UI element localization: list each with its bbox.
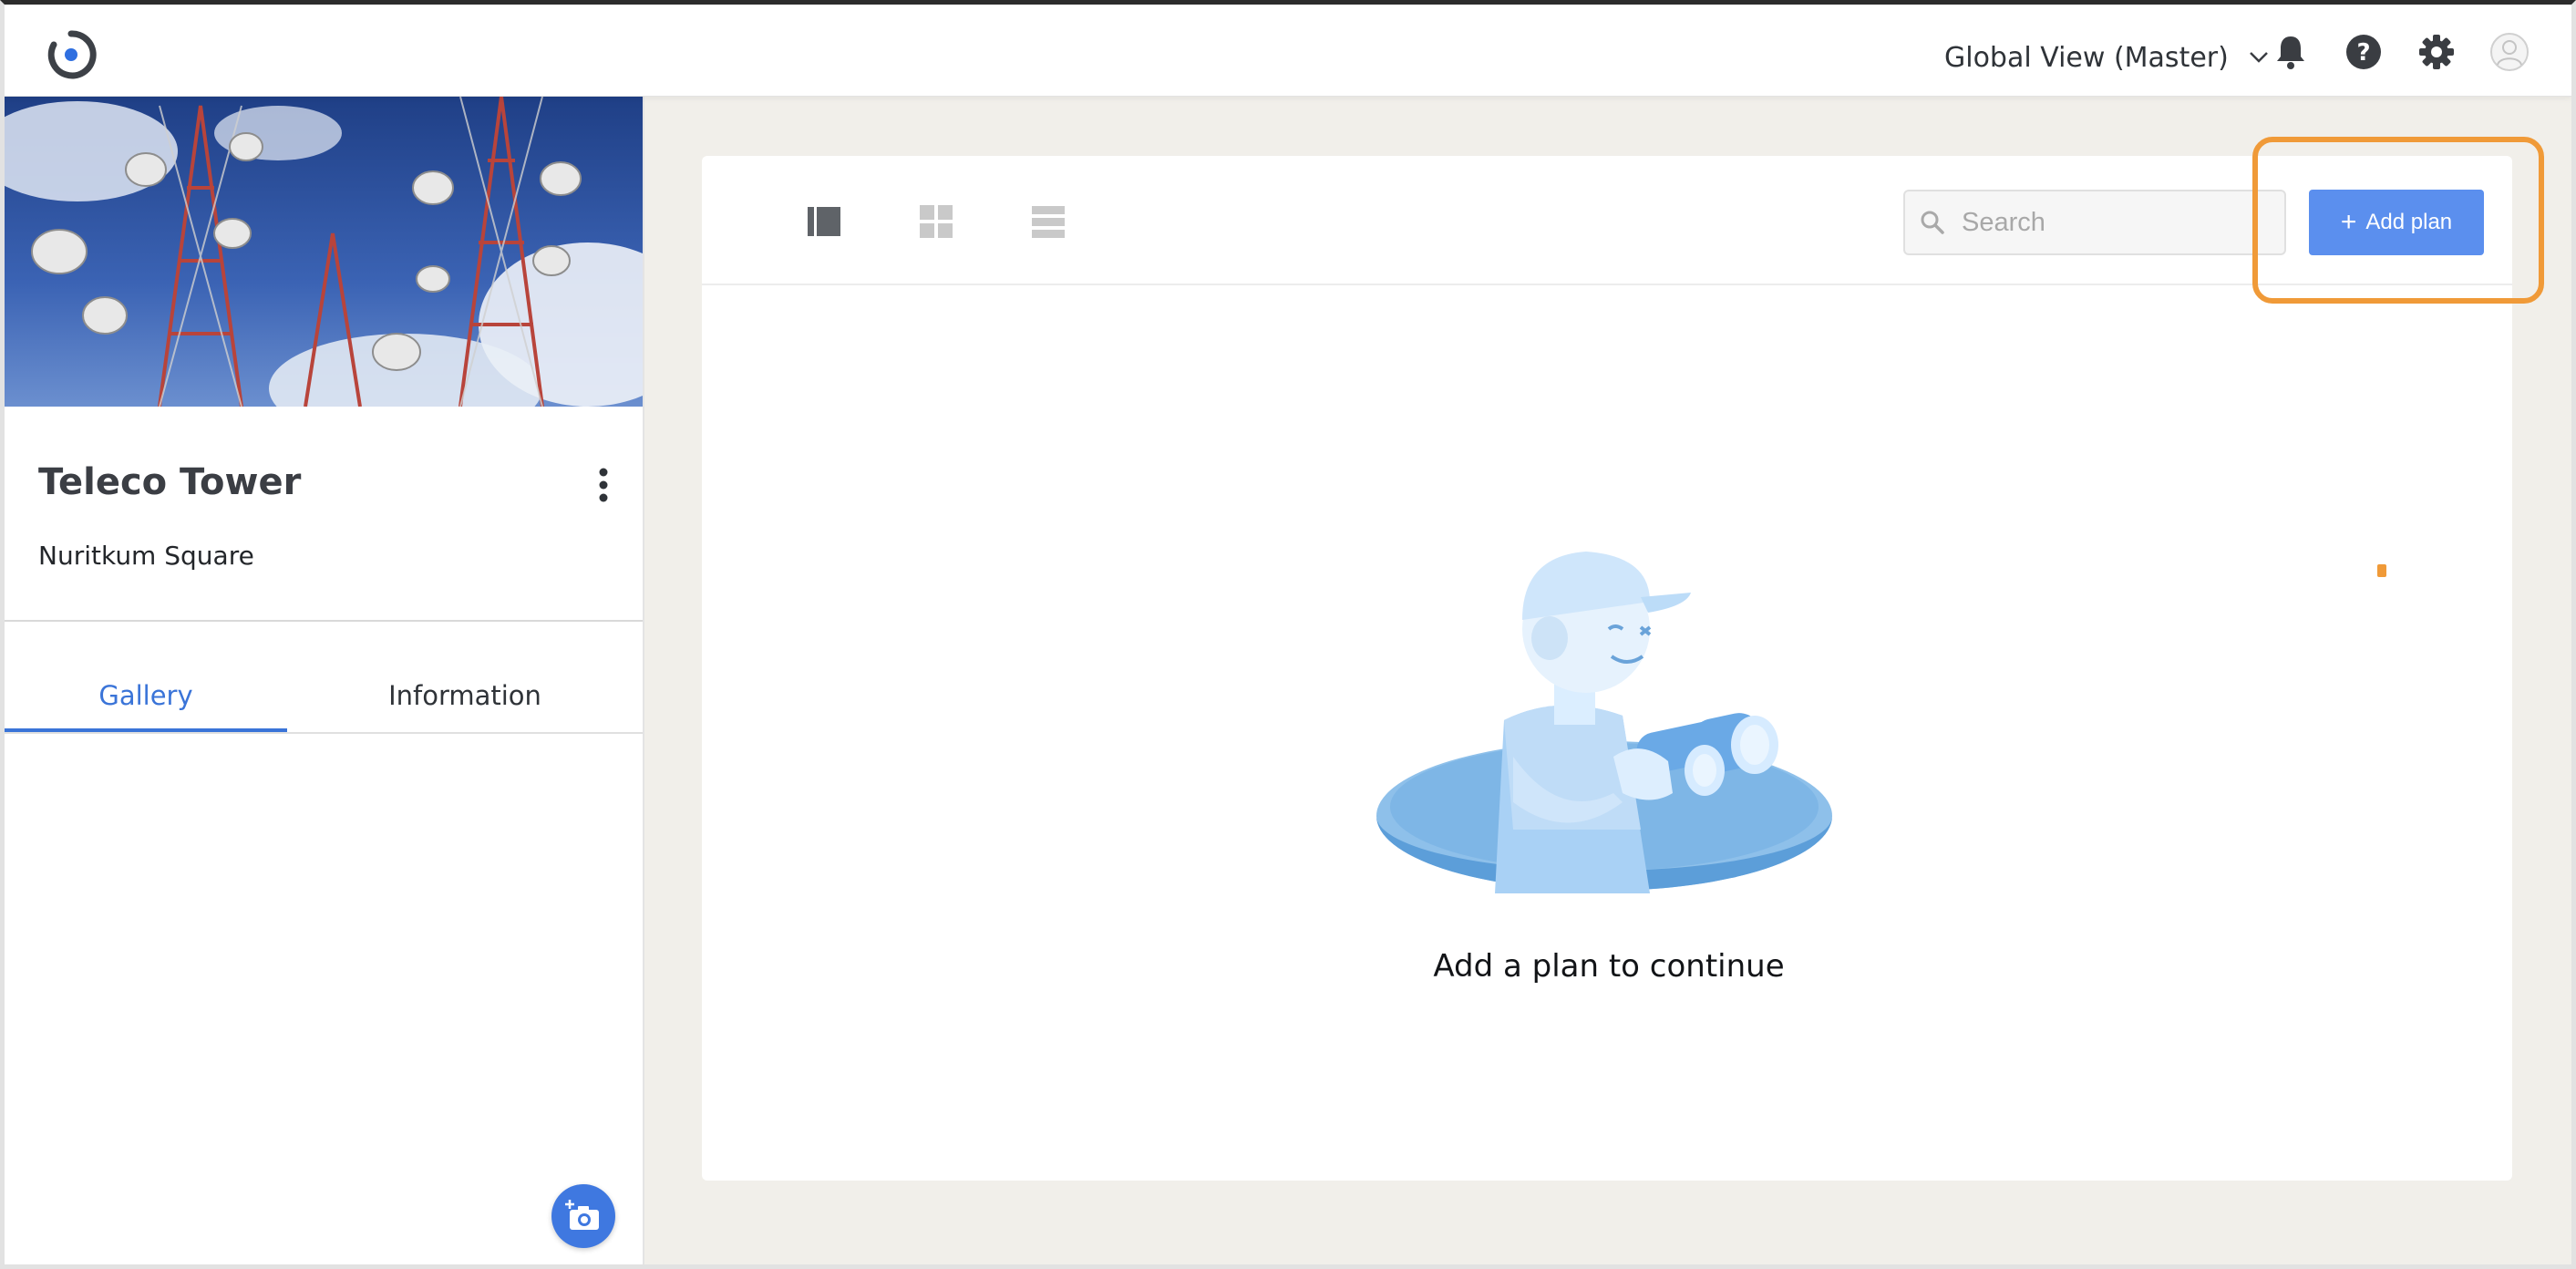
plus-icon: + <box>2340 207 2357 237</box>
add-plan-button[interactable]: + Add plan <box>2309 190 2484 255</box>
add-photo-icon <box>565 1200 599 1230</box>
grid-view-icon[interactable] <box>918 203 954 240</box>
site-panel: Teleco Tower Nuritkum Square Gallery Inf… <box>5 97 644 1264</box>
add-photo-button[interactable] <box>551 1184 615 1248</box>
more-options-icon[interactable] <box>597 467 610 503</box>
chevron-down-icon <box>2249 52 2268 63</box>
search-input[interactable] <box>1962 207 2272 238</box>
empty-state-message: Add a plan to continue <box>1433 948 1785 985</box>
tab-gallery[interactable]: Gallery <box>5 680 287 735</box>
bell-icon[interactable] <box>2271 32 2311 72</box>
add-plan-label: Add plan <box>2365 210 2453 234</box>
plans-toolbar: + Add plan <box>702 156 2512 285</box>
list-view-icon[interactable] <box>1030 203 1066 240</box>
app-window: Global View (Master) ? Teleco Tower Nuri… <box>0 0 2576 1269</box>
annotation-marker <box>2377 564 2386 577</box>
app-logo[interactable] <box>45 28 98 81</box>
svg-text:?: ? <box>2356 39 2370 67</box>
help-icon[interactable]: ? <box>2344 32 2384 72</box>
divider <box>5 620 643 622</box>
avatar[interactable] <box>2489 32 2530 72</box>
site-cover-image <box>5 97 643 407</box>
top-header: Global View (Master) ? <box>5 5 2571 97</box>
site-subtitle: Nuritkum Square <box>38 541 254 571</box>
workspace-label: Global View (Master) <box>1944 41 2229 74</box>
search-icon <box>1921 211 1944 234</box>
site-title: Teleco Tower <box>38 461 302 503</box>
gear-icon[interactable] <box>2416 32 2457 72</box>
side-panel-view-icon[interactable] <box>806 203 842 240</box>
tabs-divider <box>5 732 643 734</box>
search-box[interactable] <box>1903 190 2286 255</box>
empty-state-illustration <box>1376 552 1832 893</box>
tab-information[interactable]: Information <box>287 680 643 735</box>
workspace-selector[interactable]: Global View (Master) <box>1944 37 2269 77</box>
